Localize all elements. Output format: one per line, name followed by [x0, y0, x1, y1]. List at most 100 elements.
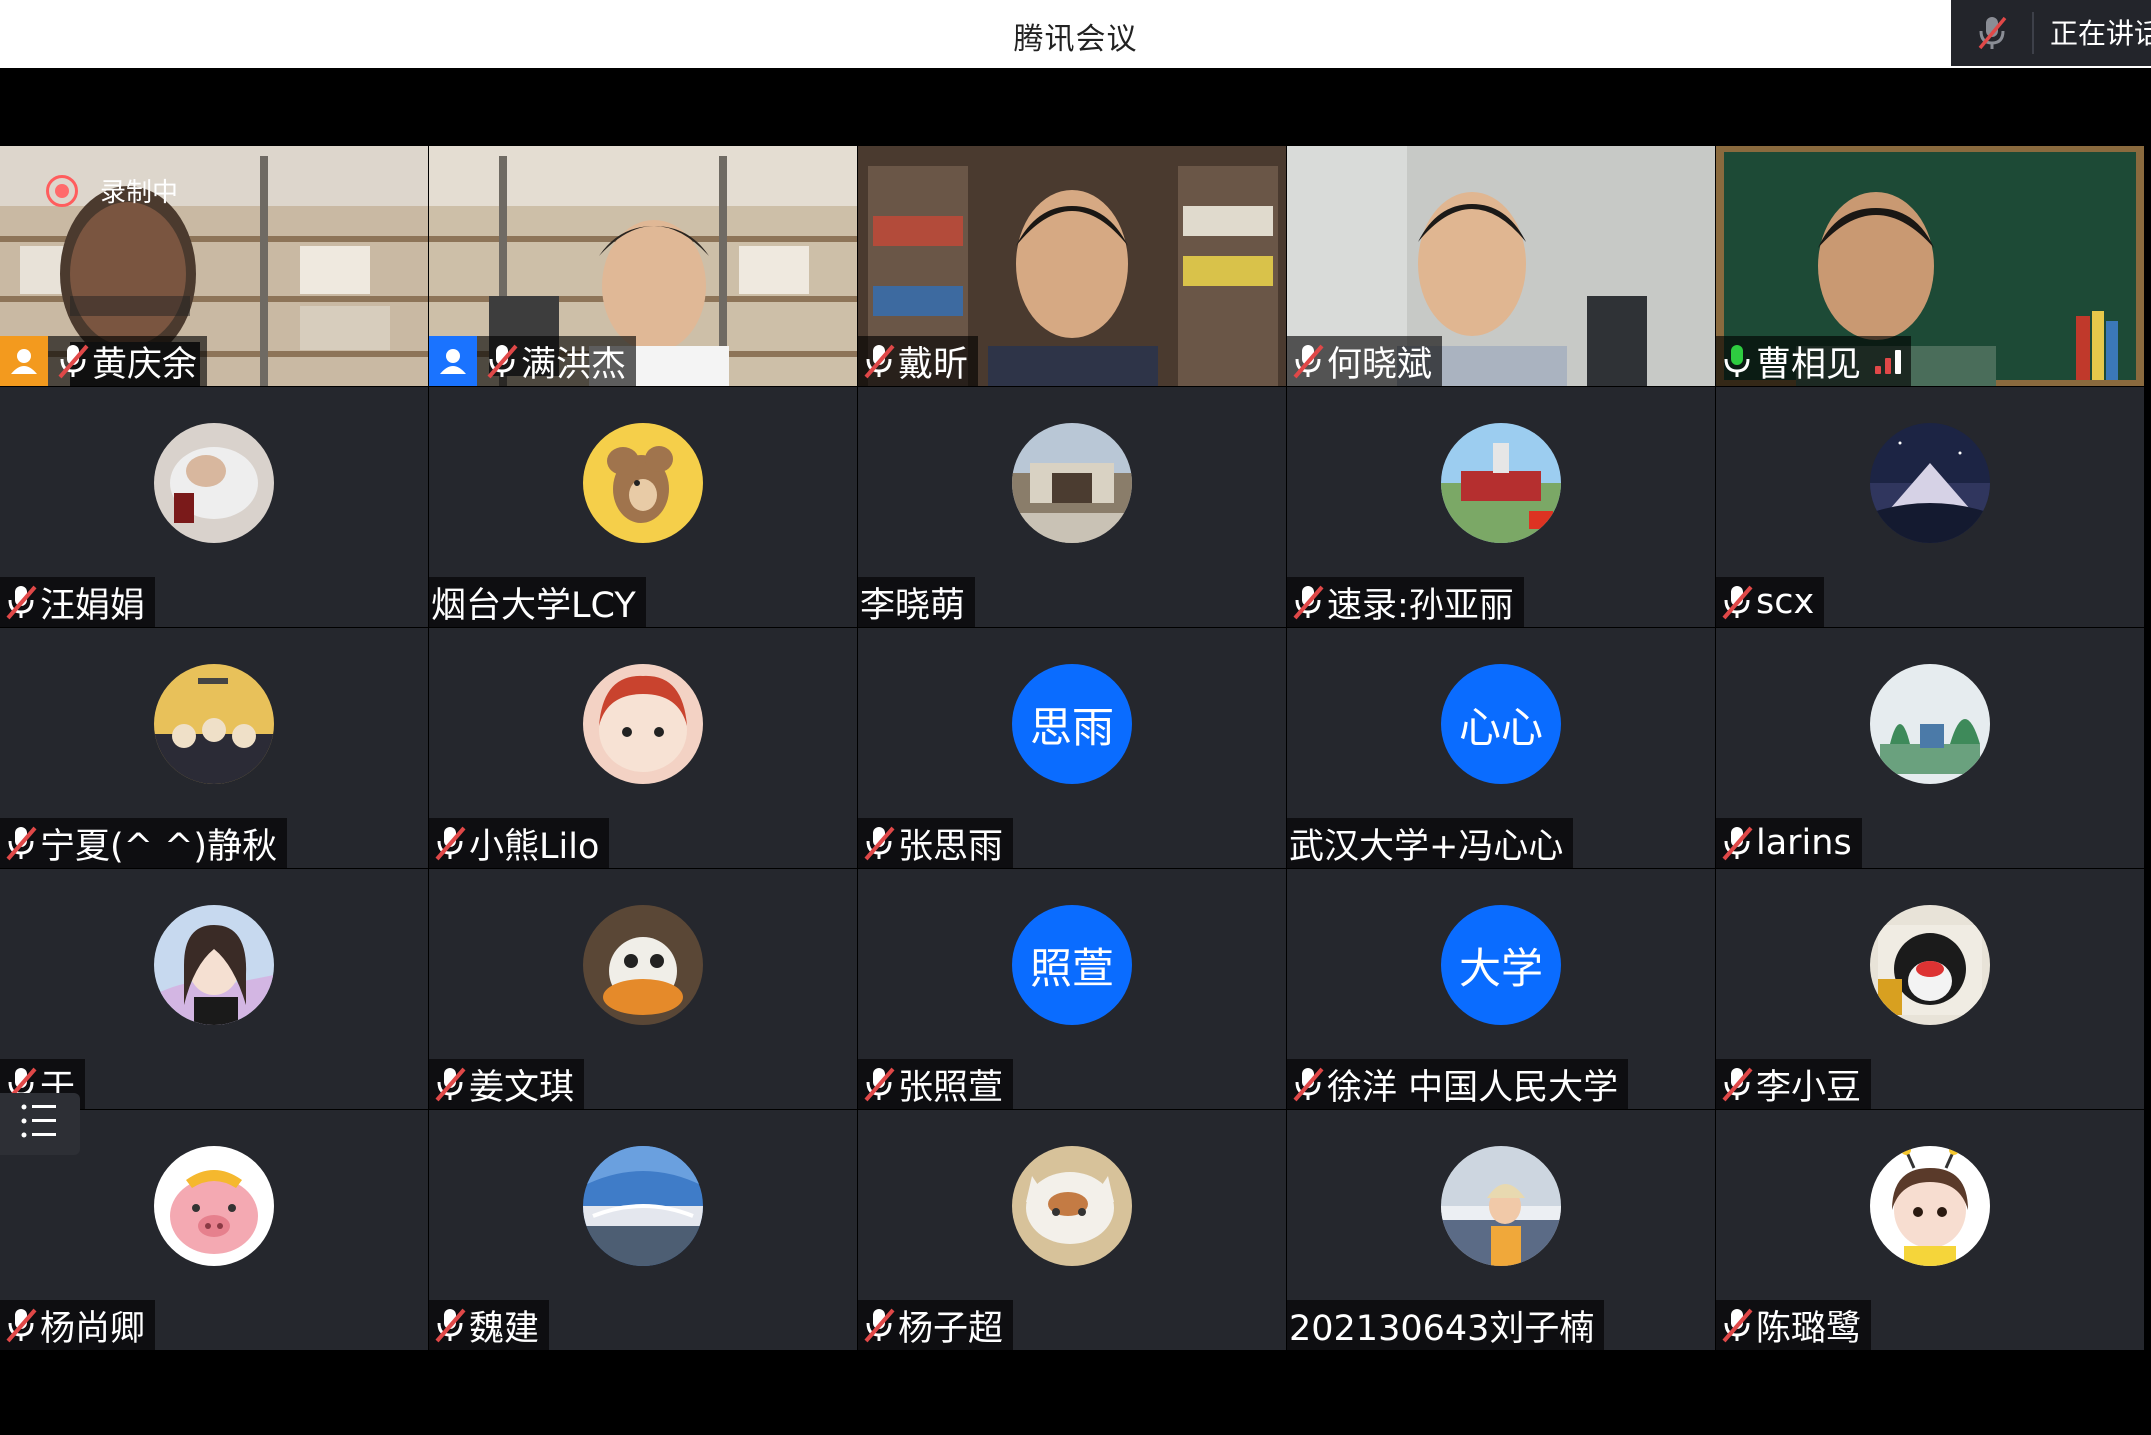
participant-tile[interactable]: 202130643刘子楠 — [1287, 1110, 1715, 1350]
mic-muted-icon — [6, 585, 37, 620]
mic-muted-icon — [1293, 1067, 1324, 1102]
mic-muted-icon — [435, 826, 466, 861]
bottom-bar — [0, 1356, 2151, 1435]
participant-name-label: 202130643刘子楠 — [1287, 1300, 1605, 1350]
participant-tile[interactable]: 大学 徐洋 中国人民大学 — [1287, 869, 1715, 1109]
participant-name: 武汉大学+冯心心 — [1289, 826, 1564, 867]
avatar — [154, 1146, 274, 1266]
host-icon — [429, 336, 477, 386]
participant-name: 陈璐鹭 — [1756, 1308, 1862, 1349]
mic-muted-icon — [1722, 826, 1753, 861]
participant-tile[interactable]: 宁夏(^ ^)静秋 — [0, 628, 428, 868]
mic-muted-icon — [435, 1308, 466, 1343]
participant-tile[interactable]: 李晓萌 — [858, 387, 1286, 627]
participant-name-label: scx — [1716, 577, 1825, 627]
participant-name: 姜文琪 — [469, 1067, 575, 1108]
participant-name-label: 杨子超 — [858, 1300, 1014, 1350]
participant-name-label: 烟台大学LCY — [429, 577, 646, 627]
participant-name: 小熊Lilo — [469, 826, 600, 867]
participant-name: 杨尚卿 — [40, 1308, 146, 1349]
window-title: 腾讯会议 — [1013, 22, 1138, 57]
participant-name: 何晓斌 — [1327, 344, 1433, 385]
participant-tile[interactable]: 戴昕 — [858, 146, 1286, 386]
member-list-button[interactable] — [0, 1093, 80, 1155]
participant-name-label: 杨尚卿 — [0, 1300, 156, 1350]
participant-tile[interactable]: 姜文琪 — [429, 869, 857, 1109]
participant-name: 杨子超 — [898, 1308, 1004, 1349]
participant-tile[interactable]: 于 — [0, 869, 428, 1109]
participant-tile[interactable]: 杨子超 — [858, 1110, 1286, 1350]
participant-tile[interactable]: 何晓斌 — [1287, 146, 1715, 386]
participant-tile[interactable]: 心心武汉大学+冯心心 — [1287, 628, 1715, 868]
participant-name: 202130643刘子楠 — [1289, 1308, 1595, 1349]
participant-name: larins — [1756, 823, 1852, 863]
recording-label: 录制中 — [100, 178, 179, 208]
participant-tile[interactable]: 思雨张思雨 — [858, 628, 1286, 868]
participant-tile[interactable]: 速录:孙亚丽 — [1287, 387, 1715, 627]
participant-tile[interactable]: 魏建 — [429, 1110, 857, 1350]
speaking-label: 正在讲话 — [2050, 17, 2151, 50]
avatar — [154, 905, 274, 1025]
mic-muted-icon — [864, 826, 895, 861]
participant-tile[interactable]: 李小豆 — [1716, 869, 2144, 1109]
participant-tile[interactable]: 汪娟娟 — [0, 387, 428, 627]
participant-name-label: 李小豆 — [1716, 1059, 1872, 1109]
speaking-indicator[interactable]: 正在讲话 — [1951, 0, 2151, 66]
recording-indicator: 录制中 — [46, 172, 178, 209]
participant-tile[interactable]: scx — [1716, 387, 2144, 627]
mic-muted-icon — [864, 344, 895, 379]
participant-name: 徐洋 中国人民大学 — [1327, 1067, 1619, 1108]
participant-name-label: 张照萱 — [858, 1059, 1014, 1109]
participant-tile[interactable]: 录制中 黄庆余 — [0, 146, 428, 386]
mic-muted-icon — [864, 1067, 895, 1102]
mic-muted-icon — [864, 1308, 895, 1343]
mic-muted-icon — [6, 1308, 37, 1343]
mic-active-icon — [1724, 345, 1750, 377]
mic-muted-icon — [1722, 1067, 1753, 1102]
participant-name-label: 速录:孙亚丽 — [1287, 577, 1524, 627]
avatar — [583, 664, 703, 784]
avatar — [1441, 1146, 1561, 1266]
participant-name-label: 宁夏(^ ^)静秋 — [0, 818, 288, 868]
participant-tile[interactable]: 小熊Lilo — [429, 628, 857, 868]
participant-name-label: 魏建 — [429, 1300, 550, 1350]
participant-tile[interactable]: 曹相见 — [1716, 146, 2144, 386]
participant-name-label: 汪娟娟 — [0, 577, 156, 627]
mic-muted-icon — [1722, 585, 1753, 620]
participant-name: 李晓萌 — [860, 585, 966, 626]
participant-name: 曹相见 — [1756, 344, 1862, 385]
avatar — [154, 664, 274, 784]
participant-tile[interactable]: larins — [1716, 628, 2144, 868]
participant-name-label: larins — [1716, 818, 1862, 868]
participant-name-label: 张思雨 — [858, 818, 1014, 868]
participant-tile[interactable]: 照萱 张照萱 — [858, 869, 1286, 1109]
participant-tile[interactable]: 满洪杰 — [429, 146, 857, 386]
avatar: 思雨 — [1012, 664, 1132, 784]
title-bar: 腾讯会议 正在讲话 — [0, 0, 2151, 68]
avatar: 心心 — [1441, 664, 1561, 784]
participant-name-label: 李晓萌 — [858, 577, 976, 627]
avatar — [1012, 1146, 1132, 1266]
participant-name: scx — [1756, 582, 1815, 622]
mic-muted-icon — [1978, 16, 2007, 50]
participant-name: 张思雨 — [898, 826, 1004, 867]
participant-name: 汪娟娟 — [40, 585, 146, 626]
separator — [2032, 12, 2034, 54]
mic-muted-icon — [6, 826, 37, 861]
record-icon — [46, 174, 78, 207]
avatar — [583, 905, 703, 1025]
mic-muted-icon — [1293, 344, 1324, 379]
signal-strength-icon — [1875, 348, 1902, 374]
mic-muted-icon — [1293, 585, 1324, 620]
participant-tile[interactable]: 烟台大学LCY — [429, 387, 857, 627]
avatar — [1870, 664, 1990, 784]
avatar — [583, 423, 703, 543]
participant-name: 张照萱 — [898, 1067, 1004, 1108]
avatar — [583, 1146, 703, 1266]
participant-name-label: 姜文琪 — [429, 1059, 585, 1109]
avatar — [154, 423, 274, 543]
participant-name: 魏建 — [469, 1308, 540, 1349]
participant-name-label: 黄庆余 — [0, 336, 208, 386]
participant-tile[interactable]: 陈璐鹭 — [1716, 1110, 2144, 1350]
participant-name-label: 何晓斌 — [1287, 336, 1443, 386]
